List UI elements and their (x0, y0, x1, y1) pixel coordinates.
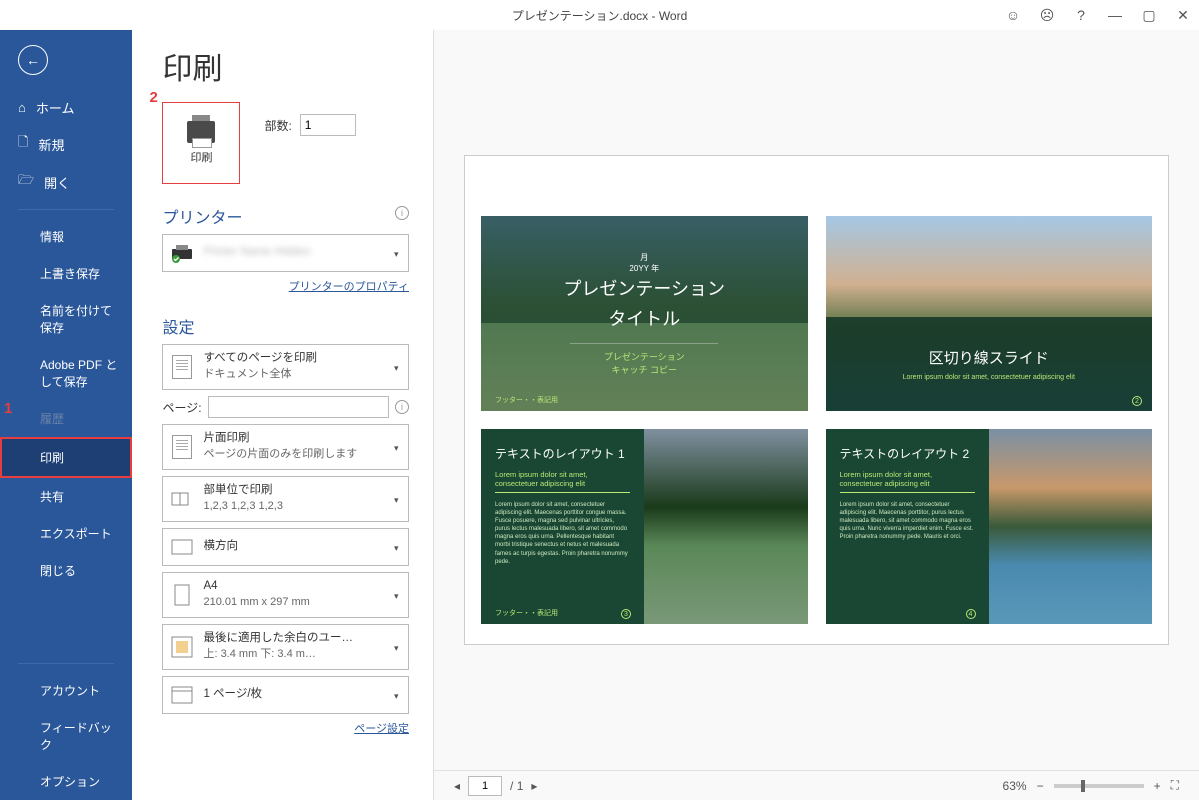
chevron-down-icon: ▾ (394, 643, 402, 651)
print-button[interactable]: 2 印刷 (162, 102, 240, 184)
annotation-1: 1 (4, 400, 12, 417)
chevron-down-icon: ▾ (394, 543, 402, 551)
slide-1: 月 20YY 年 プレゼンテーション タイトル プレゼンテーションキャッチ コピ… (481, 216, 808, 411)
sidebar-item-saveas[interactable]: 名前を付けて保存 (0, 292, 132, 346)
zoom-slider[interactable] (1054, 784, 1144, 788)
pages-per-sheet-select[interactable]: 1 ページ/枚 ▾ (162, 676, 409, 714)
zoom-out-icon[interactable]: − (1037, 779, 1044, 793)
printer-section-label: プリンター i (162, 204, 409, 228)
sidebar-item-print[interactable]: 印刷 (0, 437, 132, 478)
titlebar: プレゼンテーション.docx - Word ☺ ☹ ? — ▢ ✕ (0, 0, 1199, 30)
divider (18, 209, 114, 210)
print-range-select[interactable]: すべてのページを印刷ドキュメント全体 ▾ (162, 344, 409, 390)
prev-page-icon[interactable]: ◂ (454, 779, 460, 793)
print-preview-page: 月 20YY 年 プレゼンテーション タイトル プレゼンテーションキャッチ コピ… (464, 155, 1169, 645)
titlebar-controls: ☺ ☹ ? — ▢ ✕ (1005, 7, 1191, 23)
slide-3: テキストのレイアウト 1 Lorem ipsum dolor sit amet,… (481, 429, 808, 624)
annotation-2: 2 (149, 89, 157, 106)
home-icon: ⌂ (18, 100, 26, 115)
current-page-input[interactable] (468, 776, 502, 796)
copies-input[interactable] (300, 114, 356, 136)
papersize-select[interactable]: A4210.01 mm x 297 mm ▾ (162, 572, 409, 618)
margins-select[interactable]: 最後に適用した余白のユー…上: 3.4 mm 下: 3.4 m… ▾ (162, 624, 409, 670)
info-icon[interactable]: i (395, 206, 409, 220)
sidebar-item-adobepdf[interactable]: Adobe PDF として保存 (0, 346, 132, 400)
sidebar-item-feedback[interactable]: フィードバック (0, 709, 132, 763)
sidebar-item-save[interactable]: 上書き保存 (0, 255, 132, 292)
info-icon[interactable]: i (395, 400, 409, 414)
page-title: 印刷 (162, 44, 409, 88)
zoom-label: 63% (1003, 779, 1027, 793)
slide-4: テキストのレイアウト 2 Lorem ipsum dolor sit amet,… (826, 429, 1153, 624)
help-icon[interactable]: ? (1073, 7, 1089, 23)
document-icon: 🗋 (18, 133, 28, 155)
one-side-icon (169, 434, 195, 460)
smile-icon[interactable]: ☺ (1005, 7, 1021, 23)
orientation-select[interactable]: 横方向 ▾ (162, 528, 409, 566)
page-setup-link[interactable]: ページ設定 (162, 720, 409, 736)
page-total: / 1 (510, 779, 523, 793)
sidebar-item-new[interactable]: 🗋新規 (0, 125, 132, 163)
close-icon[interactable]: ✕ (1175, 7, 1191, 23)
chevron-down-icon: ▾ (394, 443, 402, 451)
sidebar-item-info[interactable]: 情報 (0, 218, 132, 255)
landscape-icon (169, 534, 195, 560)
sheet-icon (169, 682, 195, 708)
sidebar-item-export[interactable]: エクスポート (0, 515, 132, 552)
pages-label: ページ: (162, 399, 201, 416)
chevron-down-icon: ▾ (394, 495, 402, 503)
printer-icon (187, 121, 215, 143)
collate-select[interactable]: 部単位で印刷1,2,3 1,2,3 1,2,3 ▾ (162, 476, 409, 522)
margins-icon (169, 634, 195, 660)
divider (18, 663, 114, 664)
zoom-in-icon[interactable]: + (1154, 779, 1161, 793)
frown-icon[interactable]: ☹ (1039, 7, 1055, 23)
print-settings-panel: 印刷 2 印刷 部数: プリンター i Printer Name Hidden … (132, 30, 434, 800)
printer-ready-icon (169, 240, 195, 266)
sidebar-item-account[interactable]: アカウント (0, 672, 132, 709)
printer-select[interactable]: Printer Name Hidden ▾ (162, 234, 409, 272)
preview-pane: 月 20YY 年 プレゼンテーション タイトル プレゼンテーションキャッチ コピ… (434, 30, 1199, 800)
backstage-sidebar: ← ⌂ホーム 🗋新規 🗁開く 情報 上書き保存 名前を付けて保存 Adobe P… (0, 30, 132, 800)
printer-properties-link[interactable]: プリンターのプロパティ (162, 278, 409, 294)
sidebar-item-options[interactable]: オプション (0, 763, 132, 800)
next-page-icon[interactable]: ▸ (531, 779, 537, 793)
chevron-down-icon: ▾ (394, 363, 402, 371)
pages-input[interactable] (208, 396, 389, 418)
copies-label: 部数: (264, 117, 291, 134)
fit-page-icon[interactable]: ⛶ (1171, 778, 1179, 793)
sidebar-item-home[interactable]: ⌂ホーム (0, 90, 132, 125)
sidebar-item-history: 履歴 (0, 400, 132, 437)
sides-select[interactable]: 片面印刷ページの片面のみを印刷します ▾ (162, 424, 409, 470)
page-icon (169, 582, 195, 608)
sidebar-item-close[interactable]: 閉じる (0, 552, 132, 589)
collate-icon (169, 486, 195, 512)
maximize-icon[interactable]: ▢ (1141, 7, 1157, 23)
back-button[interactable]: ← (18, 45, 48, 75)
minimize-icon[interactable]: — (1107, 7, 1123, 23)
window-title: プレゼンテーション.docx - Word (512, 7, 688, 24)
folder-open-icon: 🗁 (18, 171, 34, 193)
settings-section-label: 設定 (162, 314, 409, 338)
chevron-down-icon: ▾ (394, 249, 402, 257)
slide-2: 区切り線スライド Lorem ipsum dolor sit amet, con… (826, 216, 1153, 411)
preview-footer: ◂ / 1 ▸ 63% − + ⛶ (434, 770, 1199, 800)
sidebar-item-open[interactable]: 🗁開く (0, 163, 132, 201)
chevron-down-icon: ▾ (394, 691, 402, 699)
chevron-down-icon: ▾ (394, 591, 402, 599)
sidebar-item-share[interactable]: 共有 (0, 478, 132, 515)
document-icon (169, 354, 195, 380)
